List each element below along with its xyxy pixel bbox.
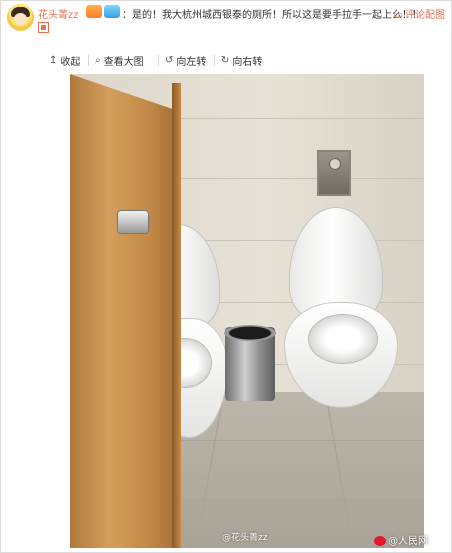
user-badges xyxy=(86,5,122,19)
site-watermark: @人民网 xyxy=(374,532,428,547)
trash-bin-opening xyxy=(224,325,276,341)
toolbar-divider xyxy=(158,55,159,66)
image-icon[interactable] xyxy=(38,22,49,33)
comment-body: 是的！我大杭州城西银泰的厕所！所以这是要手拉手一起上么！！ xyxy=(132,10,422,21)
photo-user-watermark: @花头菁zz xyxy=(222,533,268,543)
comment-icon: ▭ xyxy=(393,10,403,21)
trash-bin xyxy=(224,325,276,401)
rotate-right-icon: ↻ xyxy=(221,55,230,66)
rotate-right-button[interactable]: ↻ 向右转 xyxy=(221,53,262,68)
username-link[interactable]: 花头菁zz xyxy=(38,6,79,21)
rotate-right-label: 向右转 xyxy=(232,57,263,68)
arrow-up-icon: ↥ xyxy=(49,55,58,66)
stall-door-edge xyxy=(172,83,181,548)
avatar[interactable] xyxy=(7,4,34,31)
rotate-left-icon: ↺ xyxy=(165,55,174,66)
stall-door xyxy=(70,74,181,548)
magnifier-icon: ⌕ xyxy=(95,55,101,66)
door-handle xyxy=(117,210,149,234)
comment-separator: ： xyxy=(122,10,132,21)
comment-image-link[interactable]: ▭ 评论配图 xyxy=(394,6,445,21)
rotate-left-button[interactable]: ↺ 向左转 xyxy=(165,53,206,68)
toolbar-divider xyxy=(214,55,215,66)
view-large-button[interactable]: ⌕ 查看大图 xyxy=(95,53,144,68)
comment-header: 花头菁zz ：是的！我大杭州城西银泰的厕所！所以这是要手拉手一起上么！！ ▭ 评论… xyxy=(7,4,447,38)
avatar-face xyxy=(14,13,27,25)
post-photo[interactable]: @花头菁zz xyxy=(70,74,424,548)
weibo-logo-icon xyxy=(374,536,386,546)
comment-image-label: 评论配图 xyxy=(405,10,445,21)
comment-text: ：是的！我大杭州城西银泰的厕所！所以这是要手拉手一起上么！！ xyxy=(122,6,422,21)
collapse-button[interactable]: ↥ 收起 xyxy=(49,53,80,68)
rotate-left-label: 向左转 xyxy=(176,57,207,68)
post-frame: 花头菁zz ：是的！我大杭州城西银泰的厕所！所以这是要手拉手一起上么！！ ▭ 评论… xyxy=(0,0,452,553)
right-flush-button xyxy=(329,158,341,170)
collapse-label: 收起 xyxy=(60,57,81,68)
right-toilet-seat xyxy=(308,314,378,364)
vip-badge-icon[interactable] xyxy=(86,5,102,18)
member-badge-icon[interactable] xyxy=(104,5,120,18)
right-flush-panel xyxy=(317,150,351,196)
view-large-label: 查看大图 xyxy=(103,57,144,68)
site-watermark-text: @人民网 xyxy=(388,536,428,547)
toolbar-divider xyxy=(88,55,89,66)
